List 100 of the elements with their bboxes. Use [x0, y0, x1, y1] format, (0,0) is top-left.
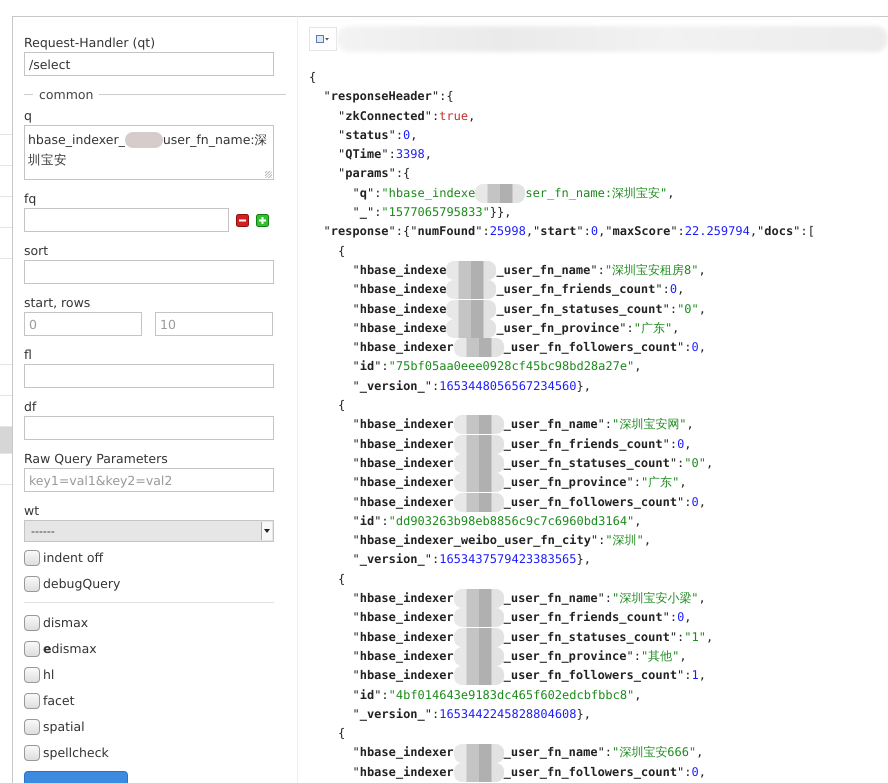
code-text: }},	[490, 204, 512, 222]
code-text: "response":{"numFound":	[324, 223, 490, 240]
code-text: "hbase_indexe	[352, 300, 446, 318]
checkbox[interactable]	[24, 615, 40, 631]
code-text: ,	[698, 262, 706, 279]
input-field[interactable]: key1=val1&key2=val2	[24, 468, 274, 492]
code-text: "hbase_indexe	[352, 281, 446, 298]
blurred-patch	[454, 744, 504, 763]
number-value: 1653448056567234560	[439, 378, 576, 395]
checkbox-label: hl	[43, 667, 54, 683]
string-value: "广东"	[634, 320, 672, 337]
number-value: 0	[590, 223, 598, 240]
code-text: ,	[706, 628, 714, 646]
string-value: "深圳宝安网"	[612, 416, 686, 434]
blurred-patch	[475, 184, 526, 203]
string-value: "广东"	[640, 474, 680, 492]
checkbox[interactable]	[24, 667, 40, 683]
blurred-patch	[446, 300, 496, 319]
code-text: ,	[686, 416, 694, 434]
resize-grip-icon[interactable]	[265, 171, 272, 178]
query-text: hbase_indexer_	[28, 131, 125, 150]
checkbox[interactable]	[24, 745, 40, 761]
code-text: "_":	[352, 204, 382, 222]
code-text: _user_fn_friends_count":	[504, 609, 678, 626]
code-text: _user_fn_followers_count":	[504, 339, 692, 356]
string-value: "深圳宝安666"	[612, 744, 696, 762]
number-value: 1653442245828804608	[439, 706, 576, 723]
code-text: {	[338, 242, 346, 260]
blurred-patch	[454, 589, 504, 608]
string-value: "深圳宝安租房8"	[604, 262, 698, 279]
input-field[interactable]	[24, 416, 274, 440]
blurred-patch	[454, 434, 504, 454]
field-label: Raw Query Parameters	[24, 451, 169, 467]
field-label: wt	[24, 503, 40, 519]
format-menu-button[interactable]	[309, 27, 337, 51]
checkbox[interactable]	[24, 550, 40, 566]
code-text: "hbase_indexer	[352, 590, 454, 608]
checkbox[interactable]	[24, 693, 40, 709]
input-field[interactable]	[24, 208, 229, 232]
remove-icon[interactable]	[236, 214, 249, 226]
code-text: "hbase_indexer	[352, 416, 454, 434]
code-text: _user_fn_province":	[504, 474, 641, 492]
blurred-patch	[454, 608, 504, 628]
code-text: ,	[698, 339, 706, 356]
code-text: ,	[424, 146, 432, 164]
add-icon[interactable]	[256, 214, 269, 226]
code-text: "hbase_indexer	[352, 648, 454, 665]
number-value: 0	[677, 609, 684, 626]
input-field[interactable]	[24, 260, 274, 284]
number-value: 0	[403, 126, 410, 144]
checkbox-label: facet	[43, 693, 75, 709]
code-text: "hbase_indexer	[352, 744, 454, 762]
field-label: fl	[24, 347, 33, 363]
number-value: 0	[692, 494, 699, 511]
number-value: 0	[677, 436, 684, 453]
code-text: "QTime":	[338, 146, 396, 164]
code-text: {	[338, 570, 346, 588]
code-text: "params":{	[338, 165, 410, 182]
code-text: "status":	[338, 126, 404, 144]
code-text: "_version_":	[352, 378, 440, 395]
blurred-patch	[454, 473, 504, 492]
code-text: "hbase_indexer	[352, 764, 454, 781]
code-text: "hbase_indexer	[352, 474, 454, 492]
number-value: 3398	[396, 146, 425, 164]
code-text: _user_fn_friends_count":	[496, 281, 670, 298]
code-text: ,	[698, 300, 706, 318]
code-text: "_version_":	[352, 551, 440, 568]
format-dropdown[interactable]: ------	[24, 520, 274, 542]
code-text: {	[309, 69, 316, 86]
code-text: ,	[634, 358, 642, 376]
code-text: "q":	[352, 184, 382, 202]
caret-icon	[261, 522, 272, 540]
input-field[interactable]: 10	[155, 312, 273, 336]
checkbox[interactable]	[24, 576, 40, 592]
blurred-patch	[454, 762, 504, 782]
number-value: 22.259794	[684, 223, 750, 240]
blurred-patch	[454, 492, 504, 512]
input-field[interactable]	[24, 364, 274, 388]
code-text: ,"maxScore":	[598, 223, 685, 240]
input-field[interactable]: 0	[24, 312, 142, 336]
checkbox[interactable]	[24, 641, 40, 657]
code-text: _user_fn_followers_count":	[504, 764, 692, 781]
string-value: ser_fn_name:深圳宝安"	[525, 184, 668, 202]
code-text: ,	[684, 609, 692, 626]
code-text: ,	[679, 474, 687, 492]
checkbox-label: spellcheck	[43, 745, 109, 761]
query-textarea[interactable]: hbase_indexer_ user_fn_name:深 圳宝安	[24, 125, 274, 180]
input-field[interactable]: /select	[24, 52, 274, 76]
string-value: "4bf014643e9183dc465f602edcbfbbc8"	[388, 686, 634, 704]
checkbox[interactable]	[24, 719, 40, 735]
code-text: "id":	[352, 686, 389, 704]
string-value: "0"	[677, 300, 699, 318]
code-text: ,	[468, 108, 476, 125]
document-icon	[316, 35, 330, 43]
field-label: Request-Handler (qt)	[24, 35, 156, 51]
code-text: {	[338, 397, 346, 414]
number-value: 1	[692, 667, 699, 684]
code-text: "hbase_indexer	[352, 609, 454, 626]
query-text: 圳宝安	[28, 151, 67, 170]
code-text: },	[576, 551, 591, 568]
